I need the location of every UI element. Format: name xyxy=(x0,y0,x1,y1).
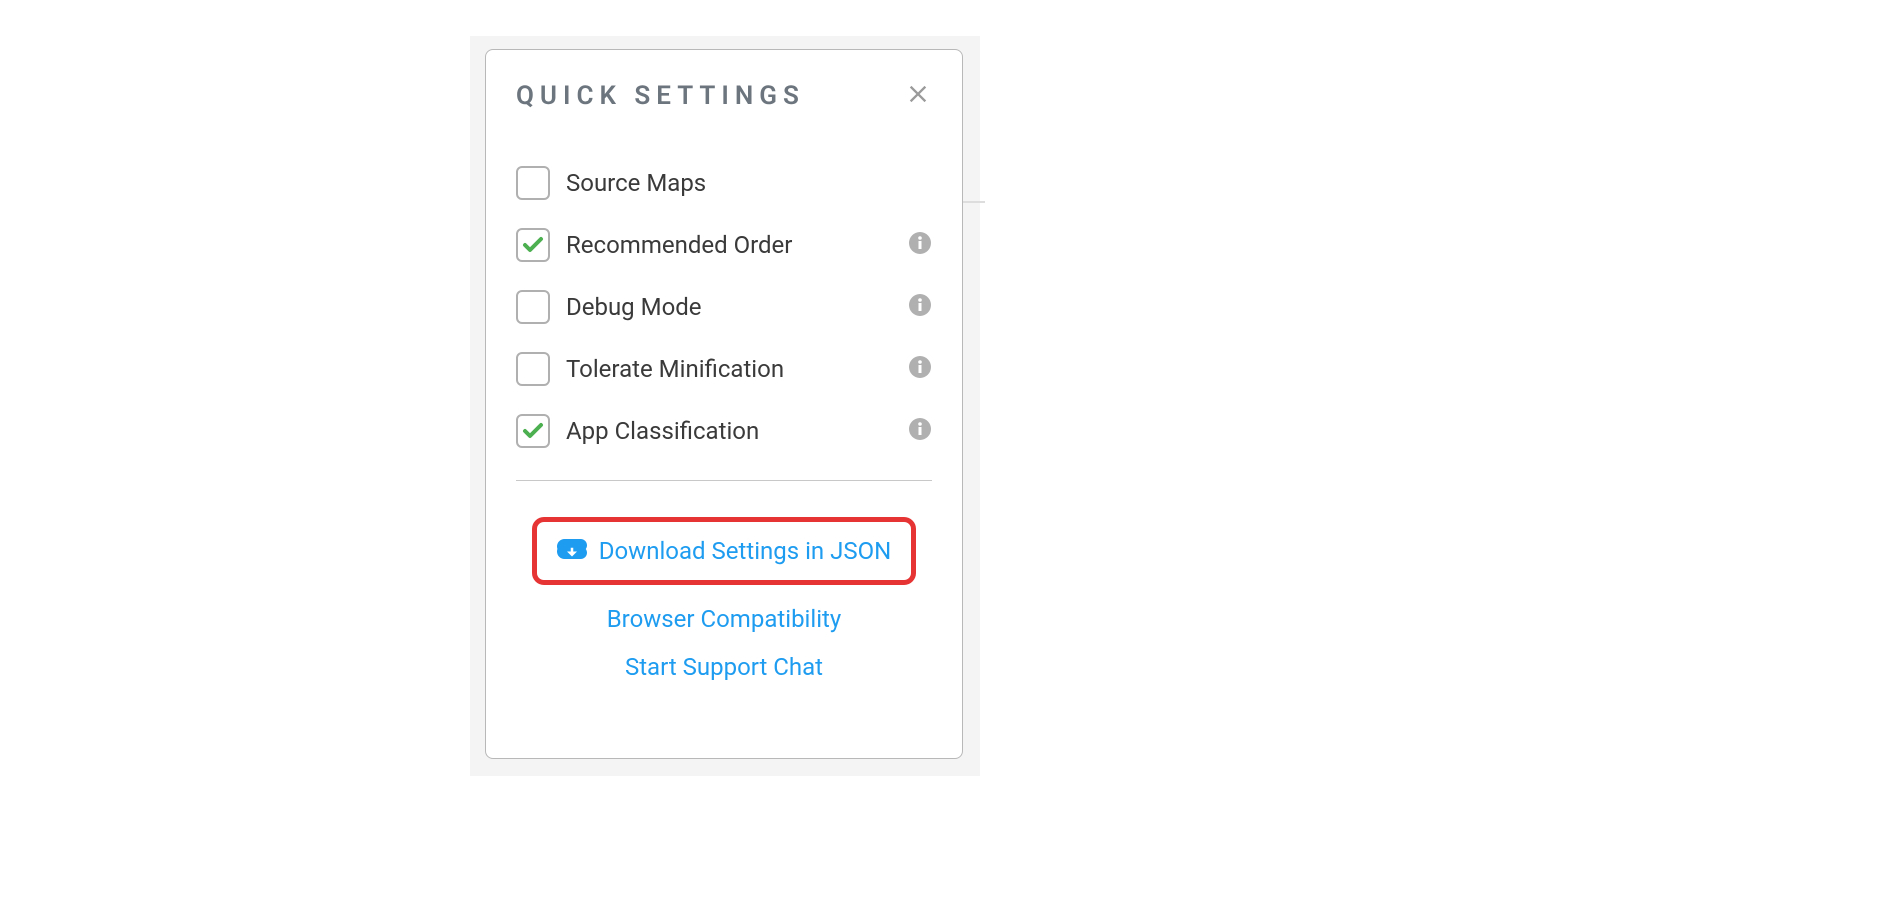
download-settings-link[interactable]: Download Settings in JSON xyxy=(599,537,892,565)
checkbox-source-maps[interactable] xyxy=(516,166,550,200)
panel-header: QUICK SETTINGS xyxy=(516,80,932,112)
setting-label: Debug Mode xyxy=(566,293,892,321)
link-download-row: Download Settings in JSON xyxy=(516,507,932,595)
download-settings-link-highlighted: Download Settings in JSON xyxy=(532,517,917,585)
checkbox-tolerate-minification[interactable] xyxy=(516,352,550,386)
close-icon[interactable] xyxy=(904,80,932,112)
checkbox-recommended-order[interactable] xyxy=(516,228,550,262)
setting-label: App Classification xyxy=(566,417,892,445)
info-icon[interactable] xyxy=(908,293,932,321)
start-support-chat-link[interactable]: Start Support Chat xyxy=(625,653,823,681)
link-support-row: Start Support Chat xyxy=(516,643,932,691)
info-icon[interactable] xyxy=(908,355,932,383)
panel-title: QUICK SETTINGS xyxy=(516,81,805,111)
setting-debug-mode: Debug Mode xyxy=(516,276,932,338)
setting-label: Recommended Order xyxy=(566,231,892,259)
setting-label: Source Maps xyxy=(566,169,932,197)
info-icon[interactable] xyxy=(908,417,932,445)
checkbox-debug-mode[interactable] xyxy=(516,290,550,324)
checkbox-app-classification[interactable] xyxy=(516,414,550,448)
info-icon[interactable] xyxy=(908,231,932,259)
divider xyxy=(516,480,932,481)
setting-app-classification: App Classification xyxy=(516,400,932,462)
setting-tolerate-minification: Tolerate Minification xyxy=(516,338,932,400)
link-compat-row: Browser Compatibility xyxy=(516,595,932,643)
setting-source-maps: Source Maps xyxy=(516,152,932,214)
setting-recommended-order: Recommended Order xyxy=(516,214,932,276)
quick-settings-panel: QUICK SETTINGS Source Maps Recommended O… xyxy=(485,49,963,759)
browser-compatibility-link[interactable]: Browser Compatibility xyxy=(607,605,842,633)
setting-label: Tolerate Minification xyxy=(566,355,892,383)
cloud-download-icon xyxy=(557,534,587,568)
